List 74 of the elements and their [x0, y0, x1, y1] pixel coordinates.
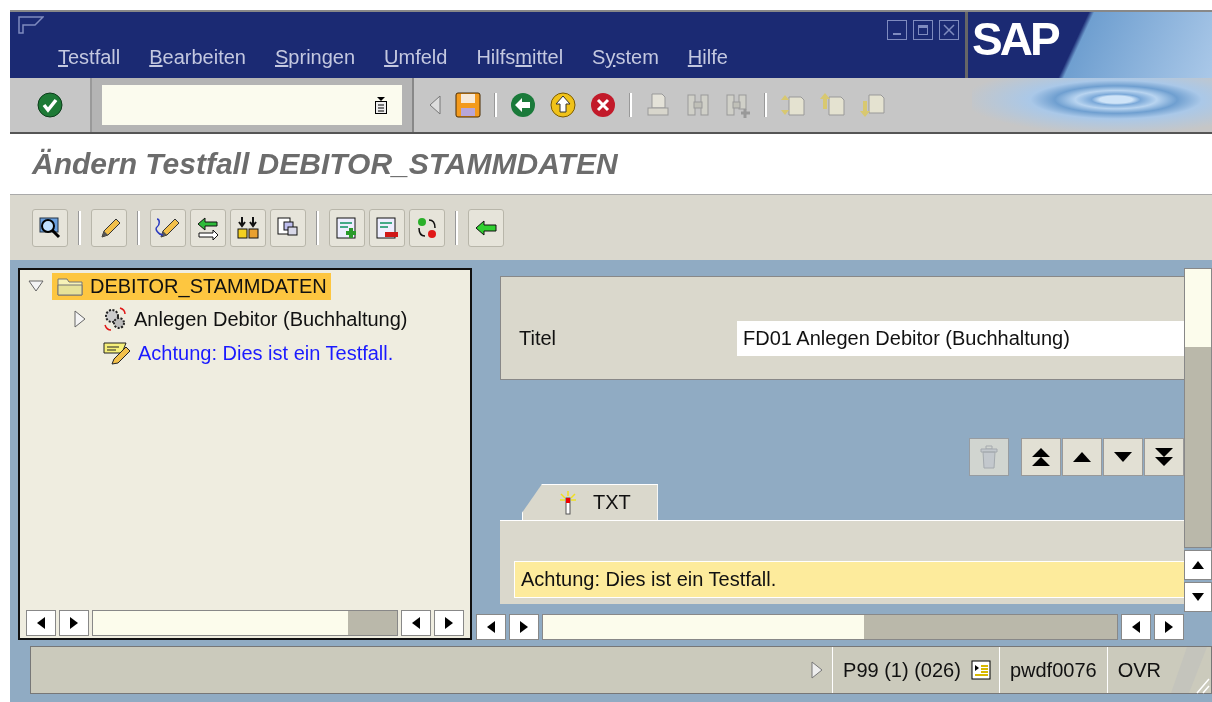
trash-icon	[979, 444, 999, 470]
expand-toggle-icon[interactable]	[72, 310, 88, 328]
scroll-left-button[interactable]	[1121, 614, 1151, 640]
save-icon[interactable]	[454, 91, 482, 119]
up-icon	[1071, 450, 1093, 464]
scroll-left-button[interactable]	[476, 614, 506, 640]
gears-icon	[102, 306, 128, 332]
move-top-button[interactable]	[1021, 438, 1061, 476]
cancel-icon[interactable]	[589, 91, 617, 119]
toolbar-button[interactable]	[190, 208, 226, 247]
title-field[interactable]: FD01 Anlegen Debitor (Buchhaltung)	[737, 320, 1184, 356]
scrollbar-track[interactable]	[92, 610, 398, 636]
resize-grip-icon[interactable]	[1171, 645, 1211, 695]
menu-item[interactable]: Testfall	[58, 46, 121, 69]
remove-row-icon	[374, 214, 400, 241]
note-pencil-icon	[102, 340, 132, 366]
tree-node[interactable]: DEBITOR_STAMMDATEN	[52, 272, 331, 300]
close-icon[interactable]	[939, 20, 959, 40]
history-icon[interactable]	[374, 96, 388, 114]
minimize-icon[interactable]	[887, 20, 907, 40]
triangle-icon[interactable]	[810, 660, 825, 680]
down-icon	[1112, 450, 1134, 464]
text-field[interactable]: Achtung: Dies ist ein Testfall.	[514, 561, 1184, 598]
move-up-button[interactable]	[1062, 438, 1102, 476]
screen-title: Ändern Testfall DEBITOR_STAMMDATEN	[32, 147, 618, 181]
triangle-icon[interactable]	[428, 94, 442, 116]
boxes-icon	[235, 214, 261, 241]
command-field[interactable]	[102, 85, 402, 125]
menu-item[interactable]: Springen	[275, 46, 356, 69]
double-up-icon	[1030, 446, 1052, 468]
menu-item[interactable]: Bearbeiten	[149, 46, 246, 69]
move-bottom-button[interactable]	[1144, 438, 1184, 476]
field-label: Titel	[519, 326, 558, 350]
maximize-icon[interactable]	[913, 20, 933, 40]
arrow-icon	[195, 214, 221, 241]
tab[interactable]: TXT	[522, 484, 658, 520]
up-icon[interactable]	[549, 91, 577, 119]
scrollbar-thumb[interactable]	[543, 615, 865, 639]
sap-logo: SAP	[972, 16, 1058, 62]
tree-node[interactable]: Anlegen Debitor (Buchhaltung)	[98, 304, 412, 334]
scroll-right-button[interactable]	[509, 614, 539, 640]
wand-icon	[557, 489, 579, 516]
tree-node[interactable]: Achtung: Dies ist ein Testfall.	[98, 338, 398, 368]
expand-toggle-icon[interactable]	[28, 279, 44, 293]
scroll-right-button[interactable]	[59, 610, 89, 636]
input-mode[interactable]: OVR	[1106, 647, 1171, 693]
scrollbar-track[interactable]	[542, 614, 1118, 640]
toolbar-button[interactable]	[32, 208, 68, 247]
toolbar-button[interactable]	[91, 208, 127, 247]
scrollbar-thumb[interactable]	[93, 611, 349, 635]
menu-item[interactable]: Umfeld	[384, 46, 448, 69]
scrollbar-track[interactable]	[1184, 268, 1212, 548]
folder-icon	[56, 275, 84, 297]
check-icon[interactable]	[36, 91, 64, 119]
back-icon[interactable]	[509, 91, 537, 119]
toolbar-button[interactable]	[230, 208, 266, 247]
scroll-up-button[interactable]	[1184, 550, 1212, 580]
scrollbar-thumb[interactable]	[1185, 269, 1211, 347]
scroll-right-button[interactable]	[434, 610, 464, 636]
server-name: pwdf0076	[998, 647, 1107, 693]
window-menu-icon[interactable]	[18, 16, 44, 36]
double-down-icon	[1153, 446, 1175, 468]
menu-item[interactable]: Hilfsmittel	[476, 46, 564, 69]
scroll-down-button[interactable]	[1184, 582, 1212, 612]
toolbar-button[interactable]	[150, 208, 186, 247]
inspect-icon	[37, 214, 63, 241]
list-icon[interactable]	[970, 660, 991, 680]
scroll-left-button[interactable]	[26, 610, 56, 636]
scroll-left-button[interactable]	[401, 610, 431, 636]
menu-item[interactable]: System	[592, 46, 659, 69]
menu-item[interactable]: Hilfe	[687, 46, 728, 69]
move-down-button[interactable]	[1103, 438, 1143, 476]
scroll-right-button[interactable]	[1154, 614, 1184, 640]
system-info: P99 (1) (026)	[832, 647, 971, 693]
